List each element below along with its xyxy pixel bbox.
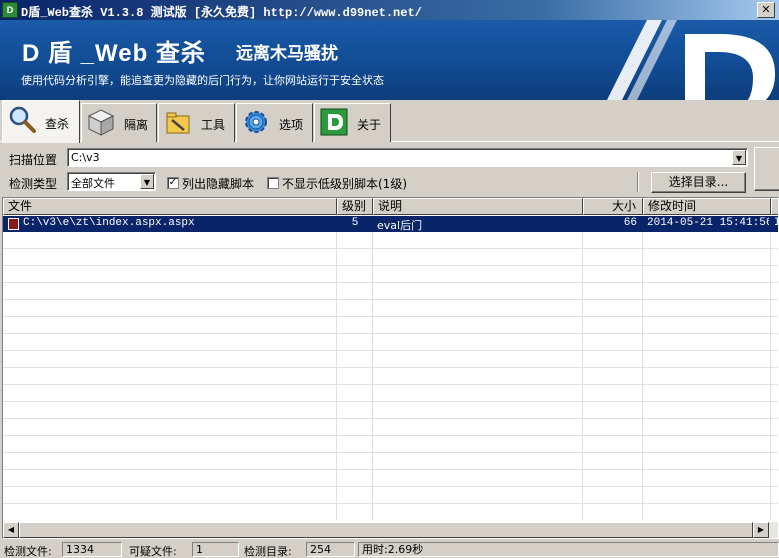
scan-path-value: C:\v3	[71, 151, 100, 164]
cell-mtime: 2014-05-21 15:41:56	[647, 217, 769, 229]
start-scan-button[interactable]	[754, 147, 779, 191]
tab-tools[interactable]: 工具	[158, 103, 235, 142]
status-suspicious-value: 1	[192, 542, 239, 557]
chevron-down-icon[interactable]: ▼	[140, 174, 154, 189]
cell-desc: eval后门	[377, 219, 423, 232]
separator	[637, 172, 639, 192]
column-header-extra[interactable]	[771, 198, 778, 215]
results-table[interactable]: 文件 级别 说明 大小 修改时间 C:\v3\e\zt\index.aspx.a…	[2, 197, 779, 539]
column-header-size[interactable]: 大小	[583, 198, 643, 215]
tab-scan-label: 查杀	[45, 117, 70, 131]
scan-type-value: 全部文件	[71, 177, 115, 190]
status-suspicious-label: 可疑文件:	[129, 545, 177, 558]
brand-title: D 盾 _Web 查杀	[22, 40, 206, 67]
box-icon	[87, 109, 115, 136]
list-hidden-checkbox[interactable]: ✓	[167, 177, 179, 189]
scroll-left-icon[interactable]: ◀	[3, 522, 19, 538]
list-hidden-label: 列出隐藏脚本	[182, 177, 255, 191]
scan-path-combo[interactable]: C:\v3 ▼	[67, 148, 748, 167]
tab-options[interactable]: 选项	[236, 103, 313, 142]
tab-about-label: 关于	[357, 118, 382, 132]
cell-size: 66	[623, 217, 637, 229]
grid-lines	[3, 215, 778, 520]
tab-about[interactable]: 关于	[314, 103, 391, 142]
column-header-mtime[interactable]: 修改时间	[643, 198, 771, 215]
window-title: D盾_Web查杀 V1.3.8 测试版 [永久免费] http://www.d9…	[21, 6, 422, 20]
tab-tools-label: 工具	[201, 118, 226, 132]
table-row[interactable]: C:\v3\e\zt\index.aspx.aspx 5 eval后门 66 2…	[3, 216, 778, 232]
grid-line	[642, 215, 643, 520]
horizontal-scrollbar[interactable]: ◀ ▶	[3, 522, 778, 538]
status-scanned-dirs-value: 254	[306, 542, 355, 557]
tab-options-label: 选项	[279, 118, 304, 132]
grid-line	[372, 215, 373, 520]
tab-scan[interactable]: 查杀	[2, 100, 80, 143]
tab-quarantine-label: 隔离	[124, 118, 149, 132]
banner-slogan: 远离木马骚扰	[236, 44, 338, 64]
banner-tagline: 使用代码分析引擎，能追查更为隐藏的后门行为，让你网站运行于安全状态	[21, 74, 384, 87]
banner: D 盾 _Web 查杀 远离木马骚扰 使用代码分析引擎，能追查更为隐藏的后门行为…	[0, 20, 779, 100]
d-logo-icon	[320, 108, 348, 136]
title-bar[interactable]: D D盾_Web查杀 V1.3.8 测试版 [永久免费] http://www.…	[0, 0, 779, 20]
hide-low-level-label: 不显示低级别脚本(1级)	[282, 177, 407, 191]
grid-line	[770, 215, 771, 520]
app-icon: D	[2, 2, 18, 18]
status-scanned-files-label: 检测文件:	[4, 545, 52, 558]
close-button[interactable]: ✕	[757, 2, 775, 18]
column-header-file[interactable]: 文件	[3, 198, 337, 215]
cell-level: 5	[351, 217, 359, 229]
hide-low-level-checkbox[interactable]	[267, 177, 279, 189]
cell-extra: I	[774, 217, 778, 229]
scroll-thumb[interactable]	[19, 522, 753, 538]
column-header-level[interactable]: 级别	[337, 198, 373, 215]
status-scanned-dirs-label: 检测目录:	[244, 545, 292, 558]
status-bar: 检测文件: 1334 可疑文件: 1 检测目录: 254 用时:2.69秒	[0, 540, 779, 558]
cell-file: C:\v3\e\zt\index.aspx.aspx	[23, 217, 195, 229]
folder-tools-icon	[166, 112, 190, 134]
gear-icon	[245, 111, 267, 133]
tab-quarantine[interactable]: 隔离	[81, 103, 157, 142]
status-scanned-files-value: 1334	[62, 542, 122, 557]
d-logo-icon	[607, 20, 775, 100]
scroll-right-icon[interactable]: ▶	[753, 522, 769, 538]
tab-bar: 查杀 隔离 工具 选项 关于	[0, 100, 779, 143]
column-header-desc[interactable]: 说明	[373, 198, 583, 215]
file-threat-icon	[8, 218, 19, 230]
magnifier-icon	[9, 106, 36, 133]
status-elapsed: 用时:2.69秒	[358, 542, 779, 557]
scan-form: 扫描位置 C:\v3 ▼ 检测类型 全部文件 ▼ ✓ 列出隐藏脚本 不显示低级别…	[0, 143, 779, 197]
chevron-down-icon[interactable]: ▼	[732, 150, 746, 165]
scan-type-label: 检测类型	[9, 177, 58, 191]
choose-dir-button[interactable]: 选择目录...	[651, 172, 746, 193]
scan-path-label: 扫描位置	[9, 153, 58, 167]
grid-line	[582, 215, 583, 520]
grid-line	[336, 215, 337, 520]
scan-type-select[interactable]: 全部文件 ▼	[67, 172, 156, 191]
